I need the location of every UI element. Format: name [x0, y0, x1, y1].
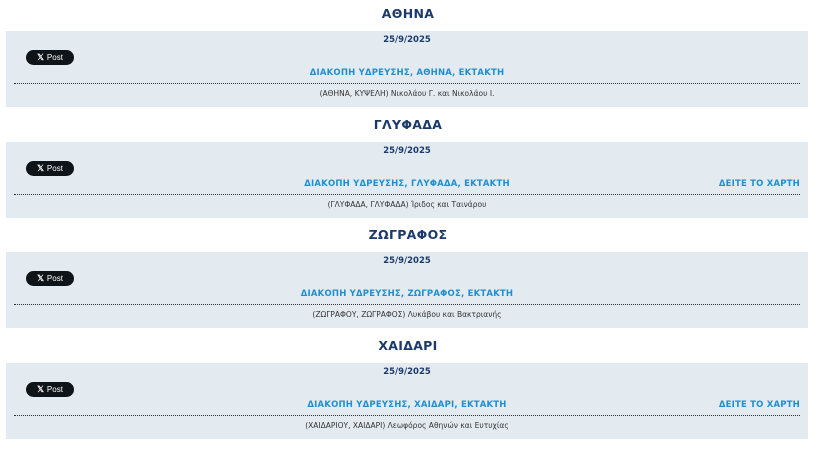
outage-date: 25/9/2025 [383, 366, 431, 377]
x-logo-icon: 𝕏 [37, 383, 44, 394]
post-button-label: Post [46, 274, 63, 283]
dotted-divider [14, 193, 800, 195]
outage-title-link[interactable]: ΔΙΑΚΟΠΗ ΥΔΡΕΥΣΗΣ, ΑΘΗΝΑ, ΕΚΤΑΚΤΗ [6, 68, 808, 78]
x-post-button[interactable]: 𝕏 Post [26, 381, 74, 397]
outage-card: 25/9/2025 𝕏 Post ΔΙΑΚΟΠΗ ΥΔΡΕΥΣΗΣ, ΑΘΗΝΑ,… [6, 31, 808, 107]
see-map-link[interactable]: ΔΕΙΤΕ ΤΟ ΧΑΡΤΗ [719, 400, 800, 410]
outage-title-link[interactable]: ΔΙΑΚΟΠΗ ΥΔΡΕΥΣΗΣ, ΧΑΙΔΑΡΙ, ΕΚΤΑΚΤΗ [6, 400, 808, 410]
dotted-divider [14, 83, 800, 84]
outage-title-link[interactable]: ΔΙΑΚΟΠΗ ΥΔΡΕΥΣΗΣ, ΖΩΓΡΑΦΟΣ, ΕΚΤΑΚΤΗ [6, 289, 808, 299]
region-section-2: ΓΛΥΦΑΔΑ 25/9/2025 𝕏 Post ΔΙΑΚΟΠΗ ΥΔΡΕΥΣΗΣ… [0, 111, 820, 222]
outage-date: 25/9/2025 [383, 145, 431, 156]
outage-streets: (ΧΑΙΔΑΡΙΟΥ, ΧΑΙΔΑΡΙ) Λεωφόρος Αθηνών και… [305, 420, 509, 430]
region-title: ΖΩΓΡΑΦΟΣ [368, 227, 448, 242]
outage-streets: (ΖΩΓΡΑΦΟΥ, ΖΩΓΡΑΦΟΣ) Λυκάβου και Βακτρια… [312, 310, 502, 319]
outage-date: 25/9/2025 [383, 256, 431, 266]
x-post-button[interactable]: 𝕏 Post [26, 50, 74, 65]
x-logo-icon: 𝕏 [37, 273, 44, 283]
x-post-button[interactable]: 𝕏 Post [26, 160, 74, 176]
x-logo-icon: 𝕏 [37, 162, 44, 173]
region-section-4: ΧΑΙΔΑΡΙ 25/9/2025 𝕏 Post ΔΙΑΚΟΠΗ ΥΔΡΕΥΣΗΣ… [0, 332, 820, 443]
region-section-3: ΖΩΓΡΑΦΟΣ 25/9/2025 𝕏 Post ΔΙΑΚΟΠΗ ΥΔΡΕΥΣΗ… [0, 221, 820, 332]
region-title: ΓΛΥΦΑΔΑ [373, 116, 443, 132]
region-title: ΧΑΙΔΑΡΙ [378, 337, 438, 353]
outage-feed: ΑΘΗΝΑ 25/9/2025 𝕏 Post ΔΙΑΚΟΠΗ ΥΔΡΕΥΣΗΣ, … [0, 0, 820, 442]
outage-streets: (ΓΛΥΦΑΔΑ, ΓΛΥΦΑΔΑ) Ίριδος και Ταινάρου [327, 199, 487, 209]
outage-card: 25/9/2025 𝕏 Post ΔΙΑΚΟΠΗ ΥΔΡΕΥΣΗΣ, ΖΩΓΡΑΦ… [6, 252, 808, 328]
outage-streets: (ΑΘΗΝΑ, ΚΥΨΕΛΗ) Νικολάου Γ. και Νικολάου… [319, 89, 495, 98]
region-section-1: ΑΘΗΝΑ 25/9/2025 𝕏 Post ΔΙΑΚΟΠΗ ΥΔΡΕΥΣΗΣ, … [0, 0, 820, 111]
outage-title-link[interactable]: ΔΙΑΚΟΠΗ ΥΔΡΕΥΣΗΣ, ΓΛΥΦΑΔΑ, ΕΚΤΑΚΤΗ [6, 179, 808, 189]
post-button-label: Post [46, 384, 63, 394]
dotted-divider [14, 304, 800, 305]
outage-card: 25/9/2025 𝕏 Post ΔΙΑΚΟΠΗ ΥΔΡΕΥΣΗΣ, ΧΑΙΔΑΡ… [6, 362, 808, 439]
post-button-label: Post [46, 53, 63, 62]
region-title: ΑΘΗΝΑ [381, 6, 435, 21]
x-logo-icon: 𝕏 [37, 52, 44, 62]
outage-card: 25/9/2025 𝕏 Post ΔΙΑΚΟΠΗ ΥΔΡΕΥΣΗΣ, ΓΛΥΦΑΔ… [6, 141, 808, 218]
dotted-divider [14, 414, 800, 416]
x-post-button[interactable]: 𝕏 Post [26, 271, 74, 286]
see-map-link[interactable]: ΔΕΙΤΕ ΤΟ ΧΑΡΤΗ [719, 179, 800, 189]
post-button-label: Post [46, 163, 63, 173]
outage-date: 25/9/2025 [383, 35, 431, 45]
